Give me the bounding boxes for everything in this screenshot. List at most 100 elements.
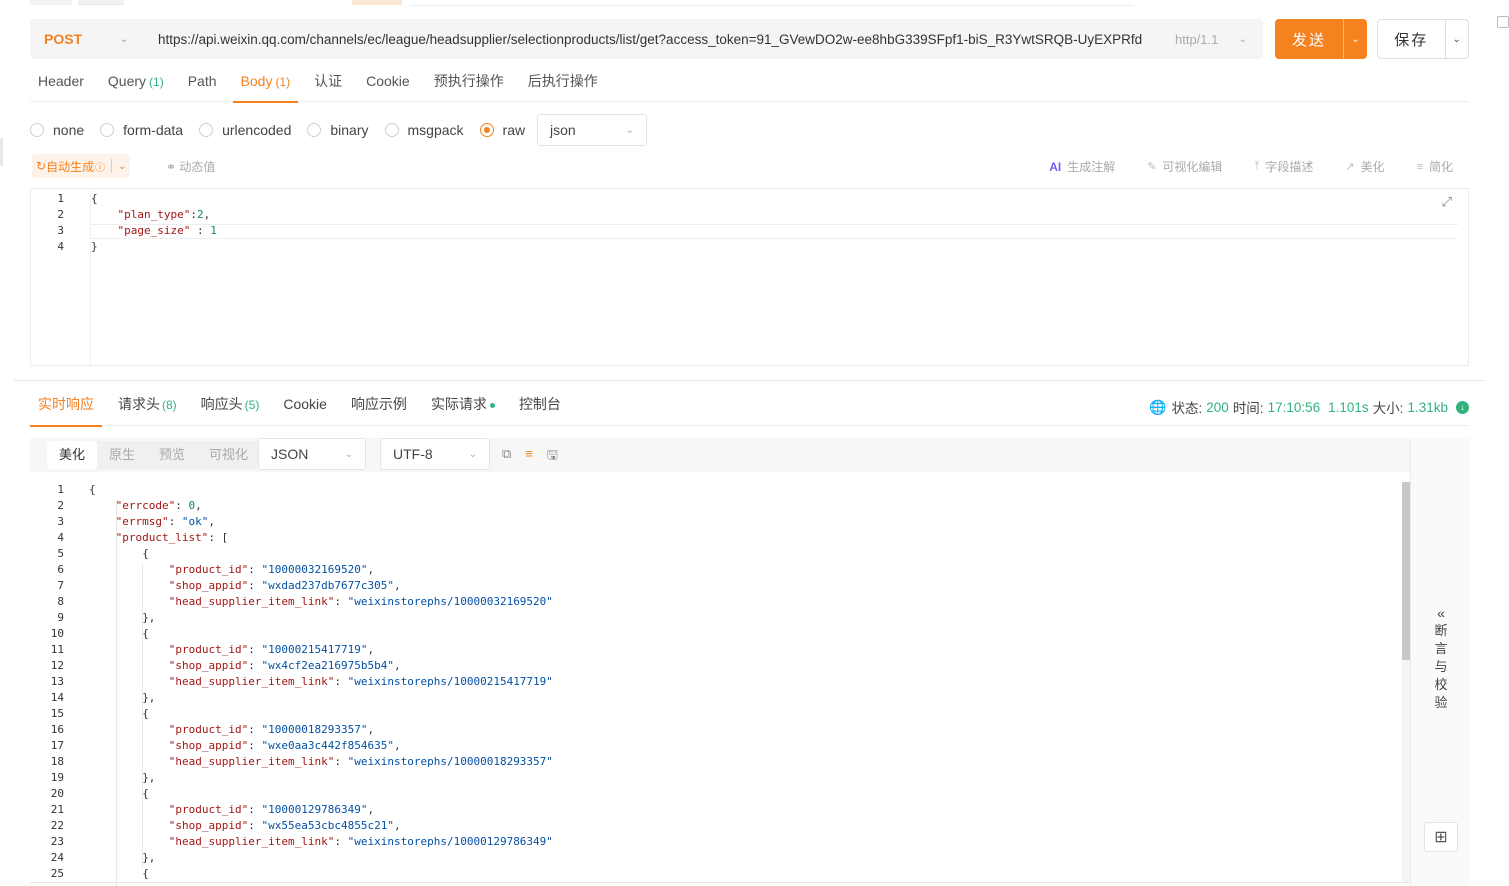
code-token: ,: [367, 803, 375, 816]
radio-binary[interactable]: binary: [307, 122, 369, 138]
line-number: 20: [50, 787, 64, 800]
current-line-highlight: [91, 224, 1458, 239]
tab-认证[interactable]: 认证: [306, 66, 350, 102]
radio-msgpack[interactable]: msgpack: [384, 122, 464, 138]
radio-label: msgpack: [407, 122, 464, 138]
wrap-icon[interactable]: ≡: [525, 446, 533, 468]
tab-cookie[interactable]: Cookie: [358, 66, 418, 102]
tab-path[interactable]: Path: [180, 66, 225, 102]
top-tab[interactable]: [30, 0, 72, 5]
expand-icon[interactable]: ⤢: [1442, 195, 1452, 210]
dynamic-value-button[interactable]: ⚭ 动态值: [166, 158, 215, 175]
chevron-down-icon[interactable]: ⌄: [118, 161, 126, 172]
view-mode-3[interactable]: 预览: [147, 441, 197, 469]
top-tab-active[interactable]: [78, 0, 124, 5]
response-format-select[interactable]: JSON ⌄: [258, 438, 366, 470]
generate-annotation-button[interactable]: AI 生成注解: [1049, 158, 1115, 175]
radio-circle[interactable]: [30, 123, 44, 137]
simplify-button[interactable]: ≡ 简化: [1417, 158, 1453, 175]
code-line: "plan_type":2,: [91, 208, 211, 221]
body-format-select[interactable]: json ⌄: [537, 114, 647, 146]
dynamic-value-icon: ⚭: [166, 160, 180, 174]
tab-body[interactable]: Body (1): [232, 66, 299, 103]
code-line: "shop_appid": "wx55ea53cbc4855c21",: [169, 819, 401, 832]
code-line: "product_list": [: [116, 531, 229, 544]
view-mode-2[interactable]: 原生: [97, 441, 147, 469]
code-token: "product_id": [168, 803, 249, 816]
auto-generate-button[interactable]: ↻ 自动生成 ⓘ ⌄: [32, 154, 131, 178]
code-token: :: [190, 208, 197, 221]
field-desc-button[interactable]: ⤒ 字段描述: [1254, 158, 1313, 175]
response-tab[interactable]: Cookie: [275, 390, 335, 426]
url-bar: POST ⌄ https://api.weixin.qq.com/channel…: [30, 19, 1263, 59]
visual-edit-button[interactable]: ✎ 可视化编辑: [1147, 158, 1222, 175]
response-tab[interactable]: 控制台: [511, 390, 569, 426]
radio-form-data[interactable]: form-data: [100, 122, 183, 138]
layout-icon[interactable]: ⊞: [1424, 822, 1458, 852]
code-line: "shop_appid": "wxdad237db7677c305",: [169, 579, 401, 592]
tab-header[interactable]: Header: [30, 66, 92, 102]
line-number: 9: [57, 611, 64, 624]
window-icon[interactable]: [1497, 16, 1509, 28]
copy-icon[interactable]: ⧉: [502, 446, 511, 468]
code-token: :: [248, 803, 262, 816]
tab-预执行操作[interactable]: 预执行操作: [426, 66, 512, 102]
chevron-down-icon[interactable]: ⌄: [1444, 20, 1469, 58]
tab-label: Header: [38, 73, 84, 89]
radio-circle[interactable]: [100, 123, 115, 137]
line-number: 14: [50, 691, 64, 704]
radio-raw[interactable]: raw: [479, 122, 525, 138]
save-button[interactable]: 保存 ⌄: [1377, 19, 1469, 59]
radio-circle[interactable]: [384, 123, 399, 137]
response-icons: ⧉ ≡ 🖫: [502, 446, 572, 468]
line-number: 12: [50, 659, 64, 672]
code-token: :: [248, 659, 262, 672]
line-number: 3: [57, 224, 64, 237]
assert-toggle[interactable]: « 断言与校验: [1433, 604, 1449, 712]
request-body-editor[interactable]: 1234 ⤢ { "plan_type":2, "page_size" : 1}: [30, 188, 1469, 366]
radio-circle[interactable]: [479, 123, 494, 137]
encoding-select[interactable]: UTF-8 ⌄: [380, 438, 490, 470]
beautify-button[interactable]: ↗ 美化: [1345, 158, 1384, 175]
code-token: },: [142, 851, 156, 864]
radio-urlencoded[interactable]: urlencoded: [199, 122, 291, 138]
code-token: "head_supplier_item_link": [168, 595, 335, 608]
code-token: "plan_type": [117, 208, 191, 221]
response-tab[interactable]: 实际请求: [423, 390, 503, 426]
radio-circle[interactable]: [307, 123, 322, 137]
section-divider[interactable]: [14, 380, 1485, 381]
save-icon[interactable]: 🖫: [547, 446, 558, 468]
code-token: "shop_appid": [168, 739, 249, 752]
body-tools: AI 生成注解 ✎ 可视化编辑 ⤒ 字段描述 ↗ 美化 ≡ 简化: [1017, 158, 1453, 175]
response-tab[interactable]: 请求头 (8): [110, 390, 185, 426]
code-line: },: [142, 691, 155, 704]
response-tab[interactable]: 响应示例: [343, 390, 415, 426]
line-number: 13: [50, 675, 64, 688]
url-input[interactable]: https://api.weixin.qq.com/channels/ec/le…: [140, 32, 1163, 47]
tab-后执行操作[interactable]: 后执行操作: [520, 66, 606, 102]
radio-circle[interactable]: [199, 123, 214, 137]
code-token: :: [248, 739, 262, 752]
tab-count: (8): [162, 398, 177, 412]
tab-query[interactable]: Query (1): [100, 66, 172, 102]
chevron-down-icon[interactable]: ⌄: [1343, 19, 1367, 59]
response-tab[interactable]: 响应头 (5): [193, 390, 268, 426]
code-line: "head_supplier_item_link": "weixinstorep…: [169, 755, 553, 768]
response-body-viewer[interactable]: 1 2 3 4 5 6 7 8 9 10 11 12 13 14 15 16 17 18 19 20 21 22 23 24 2…: [30, 480, 1410, 886]
response-tab[interactable]: 实时响应: [30, 390, 102, 427]
view-mode-4[interactable]: 可视化: [197, 441, 260, 469]
radio-none[interactable]: none: [30, 122, 84, 138]
protocol-select[interactable]: http/1.1 ⌄: [1163, 32, 1263, 47]
top-tab-highlight[interactable]: [352, 0, 402, 5]
download-icon[interactable]: ↓: [1456, 400, 1469, 414]
method-select[interactable]: POST ⌄: [30, 19, 140, 59]
side-handle[interactable]: [0, 138, 3, 166]
view-mode-1[interactable]: 美化: [47, 441, 98, 469]
send-button[interactable]: 发送 ⌄: [1275, 19, 1367, 59]
line-number: 7: [57, 579, 64, 592]
scrollbar-thumb[interactable]: [1402, 482, 1410, 660]
line-number: 2: [57, 499, 64, 512]
top-tab-strip: [0, 0, 1509, 8]
code-token: },: [142, 691, 156, 704]
